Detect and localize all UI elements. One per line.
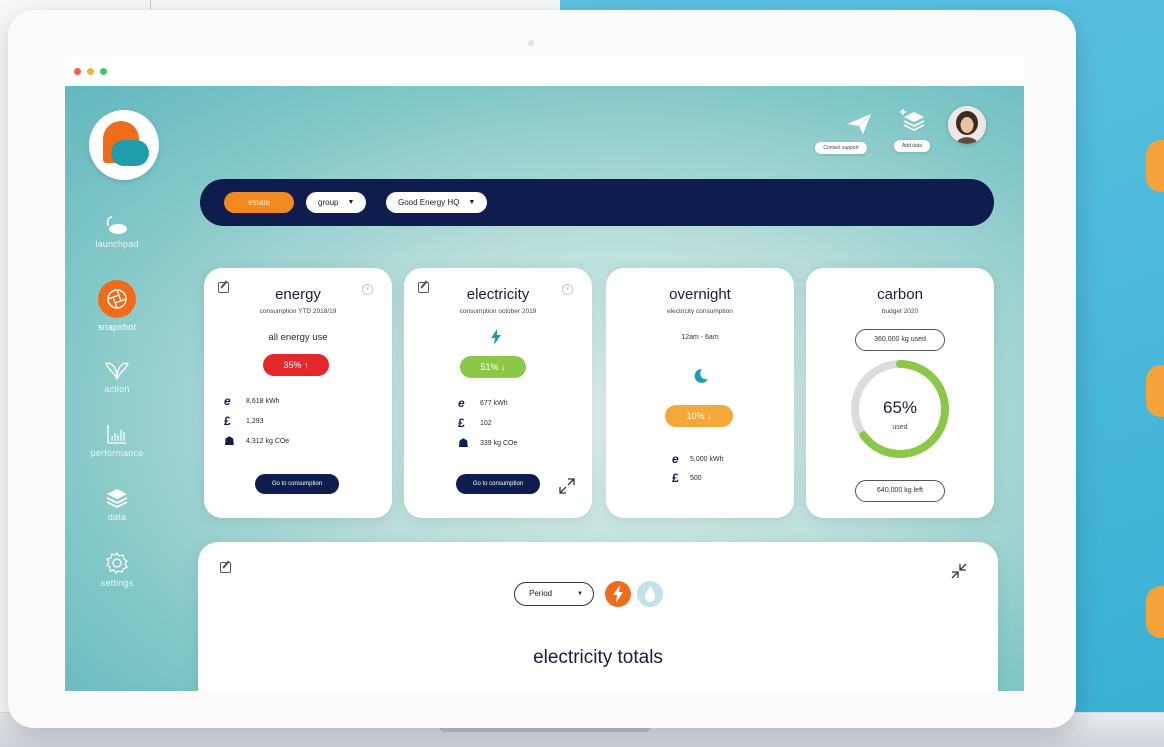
paper-plane-icon xyxy=(847,113,872,134)
maximize-window-dot[interactable] xyxy=(100,68,107,75)
contact-support-button[interactable]: Contact support xyxy=(811,112,872,154)
app-window: launchpad snapshot action performance da… xyxy=(65,57,1024,691)
used-percent: 65% xyxy=(882,398,918,417)
electricity-toggle-icon[interactable] xyxy=(604,580,632,608)
collapse-icon[interactable] xyxy=(950,562,968,580)
card-subtitle: consumption YTD 2018/19 xyxy=(259,308,337,315)
group-label: group xyxy=(318,198,339,207)
change-badge: 10% ↓ xyxy=(665,405,733,427)
energy-icon: e xyxy=(224,394,231,408)
energy-card: × energy consumption YTD 2018/19 all ene… xyxy=(204,268,392,518)
logo-shape xyxy=(111,140,149,166)
avatar[interactable] xyxy=(948,106,986,144)
change-badge: 51% ↓ xyxy=(460,356,526,378)
kwh-value: 677 kWh xyxy=(480,400,508,407)
kwh-value: 8,618 kWh xyxy=(246,398,280,405)
moon-icon xyxy=(694,368,708,383)
energy-icon: e xyxy=(672,452,679,466)
card-title: carbon xyxy=(877,286,923,303)
site-dropdown[interactable]: Good Energy HQ ▼ xyxy=(386,192,488,213)
weight-icon: ☗ xyxy=(458,436,469,450)
layers-icon xyxy=(106,489,128,508)
period-dropdown[interactable]: Period ▼ xyxy=(514,582,594,606)
chevron-down-icon: ▼ xyxy=(347,199,355,206)
card-title: electricity xyxy=(466,286,530,303)
browser-chrome xyxy=(65,57,1024,86)
add-data-label: Add data xyxy=(893,140,931,152)
sidebar-item-label: performance xyxy=(90,448,144,458)
estate-toggle[interactable]: estate xyxy=(224,192,294,213)
sidebar-item-action[interactable]: action xyxy=(65,359,169,394)
add-data-button[interactable]: Add data xyxy=(883,108,941,152)
kwh-value: 5,000 kWh xyxy=(690,456,724,463)
card-subtitle: electricity consumption xyxy=(667,308,733,315)
sidebar-item-launchpad[interactable]: launchpad xyxy=(65,214,169,249)
sidebar-item-settings[interactable]: settings xyxy=(65,551,169,588)
sidebar-item-performance[interactable]: performance xyxy=(65,423,169,458)
go-to-consumption-button[interactable]: Go to consumption xyxy=(456,474,540,494)
weight-icon: ☗ xyxy=(224,434,235,448)
decor-shape xyxy=(1146,140,1164,192)
period-label: Period xyxy=(529,589,553,598)
add-layers-icon xyxy=(900,109,925,131)
minimize-window-dot[interactable] xyxy=(87,68,94,75)
pound-icon: £ xyxy=(458,416,465,430)
sidebar-item-label: launchpad xyxy=(95,239,139,249)
launchpad-icon xyxy=(106,216,127,234)
left-pill: 640,000 kg left xyxy=(855,480,945,502)
gas-toggle-icon[interactable] xyxy=(636,580,664,608)
aperture-icon xyxy=(98,280,136,318)
used-label: used xyxy=(892,424,908,431)
overnight-card: overnight electricity consumption 12am -… xyxy=(606,268,794,518)
go-to-consumption-button[interactable]: Go to consumption xyxy=(255,474,339,494)
sidebar-item-label: settings xyxy=(100,578,134,588)
laptop-notch xyxy=(440,728,650,732)
contact-support-label: Contact support xyxy=(815,142,867,154)
carbon-card: carbon budget 2020 360,000 kg used 65% u… xyxy=(806,268,994,518)
close-window-dot[interactable] xyxy=(74,68,81,75)
card-subtitle: budget 2020 xyxy=(881,308,919,315)
camera xyxy=(528,40,534,46)
sidebar-item-label: action xyxy=(104,384,130,394)
used-pill: 360,000 kg used xyxy=(855,329,945,351)
app-logo[interactable] xyxy=(89,110,159,180)
sidebar-item-label: snapshot xyxy=(97,322,137,332)
panel-title: electricity totals xyxy=(533,647,663,668)
energy-icon: e xyxy=(458,396,465,410)
electricity-card: × electricity consumption october 2019 5… xyxy=(404,268,592,518)
co2-value: 339 kg COe xyxy=(480,440,518,447)
card-title: energy xyxy=(275,286,321,303)
sidebar-item-snapshot[interactable]: snapshot xyxy=(65,279,169,332)
bar-chart-icon xyxy=(107,425,126,444)
pound-icon: £ xyxy=(224,414,231,428)
sidebar-item-data[interactable]: data xyxy=(65,487,169,522)
chevron-down-icon: ▼ xyxy=(577,591,583,597)
pound-icon: £ xyxy=(672,471,679,485)
cost-value: 1,293 xyxy=(246,418,264,425)
expand-icon[interactable] xyxy=(559,478,575,494)
gear-icon xyxy=(106,552,128,574)
time-range: 12am - 6am xyxy=(681,334,719,341)
card-title: overnight xyxy=(669,286,731,303)
card-caption: all energy use xyxy=(268,332,328,343)
sidebar-item-label: data xyxy=(107,512,127,522)
electricity-totals-panel: Period ▼ electricity totals xyxy=(198,542,998,691)
filter-bar: estate group ▼ Good Energy HQ ▼ xyxy=(200,179,994,226)
group-dropdown[interactable]: group ▼ xyxy=(306,192,367,213)
decor-shape xyxy=(1146,586,1164,638)
edit-icon[interactable] xyxy=(220,562,231,573)
dashboard: launchpad snapshot action performance da… xyxy=(65,86,1024,691)
chevron-down-icon: ▼ xyxy=(468,199,476,206)
leaf-icon xyxy=(105,362,129,380)
cost-value: 500 xyxy=(690,475,702,482)
lightning-icon xyxy=(491,329,501,345)
decor-shape xyxy=(1146,365,1164,417)
co2-value: 4,312 kg COe xyxy=(246,438,290,445)
user-photo xyxy=(948,106,986,144)
site-label: Good Energy HQ xyxy=(398,198,460,207)
card-subtitle: consumption october 2019 xyxy=(459,308,537,315)
estate-label: estate xyxy=(248,198,270,207)
change-badge: 35% ↑ xyxy=(263,354,329,376)
cost-value: 102 xyxy=(480,420,492,427)
